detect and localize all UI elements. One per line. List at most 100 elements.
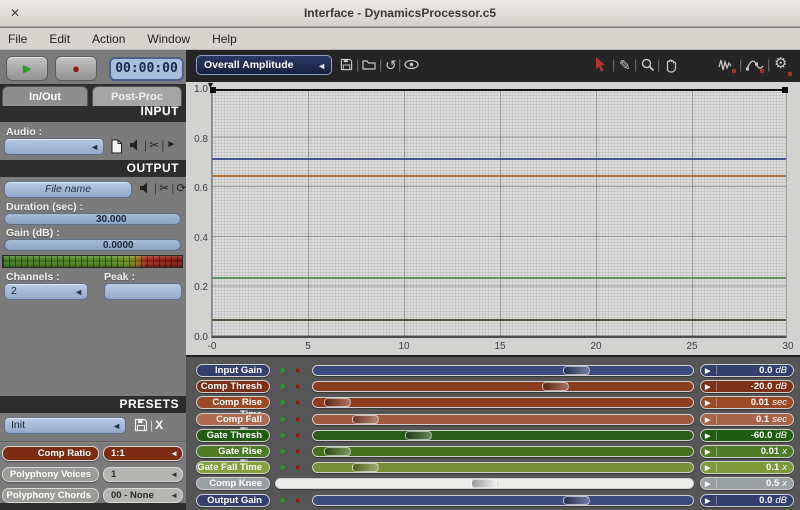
slider-handle[interactable] — [324, 447, 351, 456]
gate-rise-time-label-button[interactable]: Gate Rise Time — [196, 445, 270, 458]
param-play-icon[interactable]: ► — [279, 445, 288, 458]
comp-thresh-label-button[interactable]: Comp Thresh — [196, 380, 270, 393]
tab-post-proc[interactable]: Post-Proc — [92, 86, 182, 106]
param-record-icon[interactable]: ● — [295, 364, 300, 377]
gate-rise-time-slider[interactable] — [312, 446, 694, 457]
comp-ratio-button[interactable]: Comp Ratio — [2, 446, 99, 461]
param-play-icon[interactable]: ► — [279, 494, 288, 507]
value-spin-arrow-icon[interactable]: ▶ — [705, 478, 710, 491]
polyphony-voices-dropdown[interactable]: 1◄ — [103, 467, 183, 482]
param-play-icon[interactable]: ► — [279, 413, 288, 426]
comp-knee-label-button[interactable]: Comp Knee — [196, 477, 270, 490]
gate-fall-time-label-button[interactable]: Gate Fall Time — [196, 461, 270, 474]
value-spin-arrow-icon[interactable]: ▶ — [705, 397, 710, 410]
menu-window[interactable]: Window — [147, 32, 190, 46]
param-record-icon[interactable]: ● — [295, 494, 300, 507]
input-gain-value-box[interactable]: ▶0.0dB — [700, 364, 794, 377]
comp-knee-slider[interactable] — [275, 478, 694, 489]
param-record-icon[interactable]: ● — [295, 461, 300, 474]
value-spin-arrow-icon[interactable]: ▶ — [705, 381, 710, 394]
function-selector-dropdown[interactable]: Overall Amplitude ◄ — [196, 55, 332, 75]
menu-action[interactable]: Action — [92, 32, 125, 46]
value-spin-arrow-icon[interactable]: ▶ — [705, 365, 710, 378]
curve-endpoint[interactable] — [210, 87, 216, 93]
waveform-view-icon[interactable] — [718, 58, 736, 72]
value-spin-arrow-icon[interactable]: ▶ — [705, 495, 710, 508]
value-spin-arrow-icon[interactable]: ▶ — [705, 430, 710, 443]
preview-speaker-icon[interactable] — [128, 138, 142, 152]
output-gain-label-button[interactable]: Output Gain — [196, 494, 270, 507]
comp-thresh-slider[interactable] — [312, 381, 694, 392]
play-button[interactable]: ► — [6, 56, 48, 81]
comp-knee-value-box[interactable]: ▶0.5x — [700, 477, 794, 490]
comp-rise-time-label-button[interactable]: Comp Rise Time — [196, 396, 270, 409]
output-filename-button[interactable]: File name — [4, 181, 132, 198]
undo-icon[interactable]: ↺ — [385, 57, 397, 73]
comp-thresh-value-box[interactable]: ▶-20.0dB — [700, 380, 794, 393]
value-spin-arrow-icon[interactable]: ▶ — [705, 462, 710, 475]
value-spin-arrow-icon[interactable]: ▶ — [705, 446, 710, 459]
channels-dropdown[interactable]: 2 ◄ — [4, 283, 88, 300]
settings-gear-icon[interactable]: ⚙ — [774, 56, 787, 72]
comp-fall-time-slider[interactable] — [312, 414, 694, 425]
curve-endpoint[interactable] — [782, 87, 788, 93]
audio-source-dropdown[interactable]: ◄ — [4, 138, 104, 155]
gate-fall-time-value-box[interactable]: ▶0.1x — [700, 461, 794, 474]
output-gain-value-box[interactable]: ▶0.0dB — [700, 494, 794, 507]
slider-handle[interactable] — [324, 398, 351, 407]
menu-file[interactable]: File — [8, 32, 27, 46]
save-preset-icon[interactable] — [134, 418, 148, 432]
monitor-speaker-icon[interactable] — [138, 181, 152, 195]
gate-fall-time-slider[interactable] — [312, 462, 694, 473]
record-button[interactable]: ● — [55, 56, 97, 81]
comp-rise-time-slider[interactable] — [312, 397, 694, 408]
delete-preset-button[interactable]: X — [155, 418, 163, 432]
trim-scissors-icon[interactable]: ✂ — [159, 181, 169, 195]
show-hide-eye-icon[interactable] — [404, 59, 419, 70]
slider-handle[interactable] — [352, 415, 379, 424]
play-source-icon[interactable]: ► — [166, 138, 176, 152]
param-record-icon[interactable]: ● — [295, 445, 300, 458]
param-play-icon[interactable]: ► — [279, 380, 288, 393]
slider-handle[interactable] — [563, 496, 590, 505]
zoom-tool-icon[interactable] — [641, 58, 655, 72]
polyphony-chords-dropdown[interactable]: 00 - None◄ — [103, 488, 183, 503]
param-play-icon[interactable]: ► — [279, 429, 288, 442]
gain-slider[interactable]: 0.0000 — [4, 239, 181, 251]
draw-pointer-tool-icon[interactable] — [593, 56, 608, 73]
menu-edit[interactable]: Edit — [49, 32, 70, 46]
open-function-icon[interactable] — [362, 59, 376, 70]
param-record-icon[interactable]: ● — [295, 396, 300, 409]
gate-thresh-value-box[interactable]: ▶-60.0dB — [700, 429, 794, 442]
slider-handle[interactable] — [405, 431, 432, 440]
plot-area[interactable]: ▼ 0.00.20.40.60.81.0-051015202530 — [211, 90, 787, 338]
value-spin-arrow-icon[interactable]: ▶ — [705, 414, 710, 427]
param-play-icon[interactable]: ► — [279, 396, 288, 409]
gate-thresh-label-button[interactable]: Gate Thresh — [196, 429, 270, 442]
slider-handle[interactable] — [542, 382, 569, 391]
param-play-icon[interactable]: ► — [279, 364, 288, 377]
curve-view-icon[interactable] — [746, 58, 764, 72]
param-record-icon[interactable]: ● — [295, 429, 300, 442]
tab-in-out[interactable]: In/Out — [2, 86, 88, 106]
comp-fall-time-label-button[interactable]: Comp Fall Time — [196, 413, 270, 426]
input-gain-slider[interactable] — [312, 365, 694, 376]
comp-rise-time-value-box[interactable]: ▶0.01sec — [700, 396, 794, 409]
menu-help[interactable]: Help — [212, 32, 237, 46]
gate-thresh-slider[interactable] — [312, 430, 694, 441]
polyphony-chords-button[interactable]: Polyphony Chords — [2, 488, 99, 503]
slider-handle[interactable] — [471, 479, 498, 488]
duration-slider[interactable]: 30.000 — [4, 213, 181, 225]
save-function-icon[interactable] — [340, 58, 353, 71]
pan-hand-tool-icon[interactable] — [664, 58, 678, 73]
slider-handle[interactable] — [563, 366, 590, 375]
rerender-icon[interactable]: ⟳ — [176, 181, 186, 195]
comp-fall-time-value-box[interactable]: ▶0.1sec — [700, 413, 794, 426]
pencil-tool-icon[interactable]: ✎ — [619, 57, 631, 73]
cut-scissors-icon[interactable]: ✂ — [149, 138, 159, 152]
comp-ratio-dropdown[interactable]: 1:1◄ — [103, 446, 183, 461]
polyphony-voices-button[interactable]: Polyphony Voices — [2, 467, 99, 482]
param-play-icon[interactable]: ► — [279, 461, 288, 474]
output-gain-slider[interactable] — [312, 495, 694, 506]
gate-rise-time-value-box[interactable]: ▶0.01x — [700, 445, 794, 458]
